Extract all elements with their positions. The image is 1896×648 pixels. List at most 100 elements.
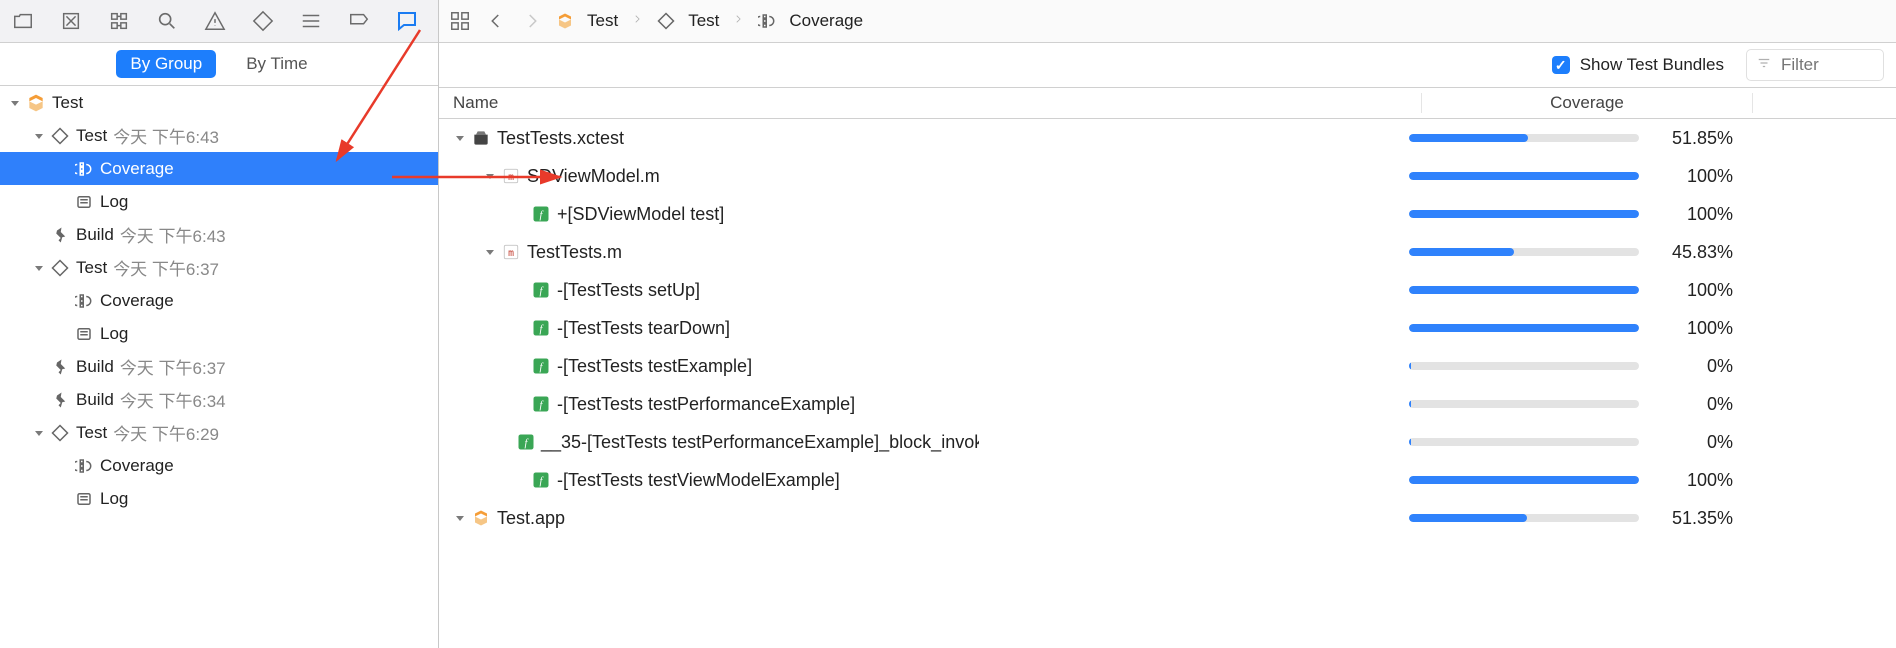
app-icon xyxy=(471,508,491,528)
disclosure-triangle-icon[interactable] xyxy=(8,96,22,110)
m-file-icon: m xyxy=(501,166,521,186)
coverage-percent: 0% xyxy=(1649,356,1745,377)
coverage-row[interactable]: f-[TestTests setUp]100% xyxy=(439,271,1896,309)
disclosure-triangle-icon[interactable] xyxy=(56,327,70,341)
disclosure-triangle-icon[interactable] xyxy=(56,195,70,209)
disclosure-triangle-icon[interactable] xyxy=(56,294,70,308)
symbol-navigator-icon[interactable] xyxy=(102,4,136,38)
find-navigator-icon[interactable] xyxy=(150,4,184,38)
row-label: TestTests.m xyxy=(527,242,622,263)
build-icon xyxy=(50,225,70,245)
breadcrumb-item[interactable]: Coverage xyxy=(757,11,863,31)
coverage-row[interactable]: f-[TestTests testPerformanceExample]0% xyxy=(439,385,1896,423)
disclosure-triangle-icon[interactable] xyxy=(32,360,46,374)
disclosure-triangle-icon[interactable] xyxy=(453,511,467,525)
report-navigator-icon[interactable] xyxy=(390,4,424,38)
coverage-bar xyxy=(979,172,1649,180)
debug-navigator-icon[interactable] xyxy=(294,4,328,38)
coverage-percent: 45.83% xyxy=(1649,242,1745,263)
disclosure-triangle-icon[interactable] xyxy=(513,283,527,297)
tree-row-project[interactable]: Test xyxy=(0,86,438,119)
breadcrumb-label: Test xyxy=(587,11,618,31)
disclosure-triangle-icon[interactable] xyxy=(56,162,70,176)
coverage-row[interactable]: f-[TestTests testViewModelExample]100% xyxy=(439,461,1896,499)
disclosure-triangle-icon[interactable] xyxy=(513,473,527,487)
coverage-row[interactable]: f-[TestTests tearDown]100% xyxy=(439,309,1896,347)
tree-row-coverage[interactable]: Coverage xyxy=(0,449,438,482)
show-test-bundles-label: Show Test Bundles xyxy=(1580,55,1724,75)
show-test-bundles-checkbox[interactable]: ✓ xyxy=(1552,56,1570,74)
project-navigator-icon[interactable] xyxy=(6,4,40,38)
column-coverage-header[interactable]: Coverage xyxy=(1422,93,1753,113)
coverage-icon xyxy=(74,456,94,476)
tree-row-build[interactable]: Build今天 下午6:37 xyxy=(0,350,438,383)
filter-input[interactable] xyxy=(1779,54,1853,76)
tree-row-build[interactable]: Build 今天 下午6:34 xyxy=(0,383,438,416)
disclosure-triangle-icon[interactable] xyxy=(453,131,467,145)
filter-bar: ✓ Show Test Bundles xyxy=(439,43,1896,88)
coverage-row[interactable]: mSDViewModel.m100% xyxy=(439,157,1896,195)
tree-row-coverage[interactable]: Coverage xyxy=(0,284,438,317)
issue-navigator-icon[interactable] xyxy=(198,4,232,38)
nav-back-icon[interactable] xyxy=(483,8,509,34)
tree-item-timestamp: 今天 下午6:43 xyxy=(120,222,226,247)
func-icon: f xyxy=(531,470,551,490)
project-icon xyxy=(26,93,46,113)
coverage-row[interactable]: f__35-[TestTests testPerformanceExample]… xyxy=(439,423,1896,461)
tree-row-test-result[interactable]: Test今天 下午6:43 xyxy=(0,119,438,152)
column-name-header[interactable]: Name xyxy=(439,93,1422,113)
coverage-icon xyxy=(74,159,94,179)
func-icon: f xyxy=(531,394,551,414)
related-items-icon[interactable] xyxy=(447,8,473,34)
disclosure-triangle-icon[interactable] xyxy=(483,169,497,183)
source-control-navigator-icon[interactable] xyxy=(54,4,88,38)
coverage-row[interactable]: mTestTests.m45.83% xyxy=(439,233,1896,271)
test-navigator-icon[interactable] xyxy=(246,4,280,38)
coverage-row[interactable]: f-[TestTests testExample]0% xyxy=(439,347,1896,385)
tree-item-timestamp: 今天 下午6:34 xyxy=(120,387,226,412)
tree-row-test-result[interactable]: Test今天 下午6:37 xyxy=(0,251,438,284)
coverage-row[interactable]: f+[SDViewModel test]100% xyxy=(439,195,1896,233)
tree-row-log[interactable]: Log xyxy=(0,185,438,218)
tree-row-test-result[interactable]: Test今天 下午6:29 xyxy=(0,416,438,449)
breadcrumb-item[interactable]: Test xyxy=(656,11,719,31)
tree-row-coverage[interactable]: Coverage xyxy=(0,152,438,185)
coverage-row[interactable]: TestTests.xctest51.85% xyxy=(439,119,1896,157)
report-navigator-panel: By Group By Time TestTest今天 下午6:43Covera… xyxy=(0,0,439,648)
coverage-icon xyxy=(757,11,777,31)
tree-item-label: Build xyxy=(76,390,114,410)
disclosure-triangle-icon[interactable] xyxy=(513,359,527,373)
disclosure-triangle-icon[interactable] xyxy=(32,261,46,275)
disclosure-triangle-icon[interactable] xyxy=(513,397,527,411)
tree-row-log[interactable]: Log xyxy=(0,317,438,350)
filter-icon xyxy=(1755,56,1773,74)
tree-item-timestamp: 今天 下午6:37 xyxy=(113,255,219,280)
disclosure-triangle-icon[interactable] xyxy=(32,228,46,242)
coverage-row[interactable]: Test.app51.35% xyxy=(439,499,1896,537)
disclosure-triangle-icon[interactable] xyxy=(32,393,46,407)
editor-panel: Test Test Coverage ✓ S xyxy=(439,0,1896,648)
disclosure-triangle-icon[interactable] xyxy=(32,426,46,440)
func-icon: f xyxy=(531,318,551,338)
breadcrumb-separator-icon xyxy=(729,11,747,32)
tree-row-log[interactable]: Log xyxy=(0,482,438,515)
disclosure-triangle-icon[interactable] xyxy=(513,207,527,221)
report-tree: TestTest今天 下午6:43CoverageLogBuild今天 下午6:… xyxy=(0,86,438,648)
row-label: __35-[TestTests testPerformanceExample]_… xyxy=(541,432,979,453)
disclosure-triangle-icon[interactable] xyxy=(513,321,527,335)
coverage-percent: 51.35% xyxy=(1649,508,1745,529)
nav-forward-icon[interactable] xyxy=(519,8,545,34)
navigator-selector-toolbar xyxy=(0,0,438,43)
tree-row-build[interactable]: Build今天 下午6:43 xyxy=(0,218,438,251)
disclosure-triangle-icon[interactable] xyxy=(483,245,497,259)
breakpoint-navigator-icon[interactable] xyxy=(342,4,376,38)
disclosure-triangle-icon[interactable] xyxy=(56,459,70,473)
segment-by-time[interactable]: By Time xyxy=(232,50,321,78)
tree-item-label: Test xyxy=(76,126,107,146)
segment-by-group[interactable]: By Group xyxy=(116,50,216,78)
breadcrumb-item[interactable]: Test xyxy=(555,11,618,31)
disclosure-triangle-icon[interactable] xyxy=(56,492,70,506)
filter-field[interactable] xyxy=(1746,49,1884,81)
log-icon xyxy=(74,324,94,344)
disclosure-triangle-icon[interactable] xyxy=(32,129,46,143)
